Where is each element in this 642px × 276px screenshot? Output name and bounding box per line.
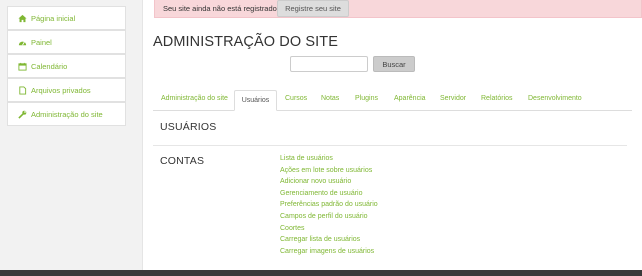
register-site-button[interactable]: Registre seu site bbox=[277, 0, 349, 17]
alert-text: Seu site ainda não está registrado. bbox=[163, 4, 279, 13]
section-title-usuarios: USUÁRIOS bbox=[160, 121, 217, 133]
link-acoes-em-lote[interactable]: Ações em lote sobre usuários bbox=[280, 165, 378, 177]
link-carregar-imagens[interactable]: Carregar imagens de usuários bbox=[280, 246, 378, 258]
tab-plugins[interactable]: Plugins bbox=[355, 95, 378, 102]
sidebar-item-label: Administração do site bbox=[31, 109, 103, 119]
tab-aparencia[interactable]: Aparência bbox=[394, 95, 426, 102]
link-adicionar-novo-usuario[interactable]: Adicionar novo usuário bbox=[280, 176, 378, 188]
wrench-icon bbox=[17, 109, 27, 119]
tab-administracao-do-site[interactable]: Administração do site bbox=[161, 95, 228, 102]
tab-relatorios[interactable]: Relatórios bbox=[481, 95, 513, 102]
footer-bar bbox=[0, 270, 642, 276]
link-preferencias-padrao[interactable]: Preferências padrão do usuário bbox=[280, 199, 378, 211]
sidebar-item-label: Página inicial bbox=[31, 13, 76, 23]
link-gerenciamento-de-usuario[interactable]: Gerenciamento de usuário bbox=[280, 188, 378, 200]
sidebar-item-label: Painel bbox=[31, 37, 52, 47]
link-campos-de-perfil[interactable]: Campos de perfil do usuário bbox=[280, 211, 378, 223]
section-title-contas: CONTAS bbox=[160, 155, 205, 167]
search-button[interactable]: Buscar bbox=[373, 56, 415, 72]
sidebar-item-pagina-inicial[interactable]: Página inicial bbox=[7, 6, 126, 30]
tab-usuarios[interactable]: Usuários bbox=[234, 90, 277, 111]
file-icon bbox=[17, 85, 27, 95]
sidebar-item-arquivos-privados[interactable]: Arquivos privados bbox=[7, 78, 126, 102]
tab-desenvolvimento[interactable]: Desenvolvimento bbox=[528, 95, 582, 102]
contas-link-list: Lista de usuários Ações em lote sobre us… bbox=[280, 153, 378, 257]
sidebar-item-label: Calendário bbox=[31, 61, 68, 71]
section-divider bbox=[153, 145, 627, 146]
tabs-divider bbox=[153, 110, 632, 111]
sidebar: Página inicial Painel Calendário Arquivo… bbox=[0, 0, 135, 270]
link-lista-de-usuarios[interactable]: Lista de usuários bbox=[280, 153, 378, 165]
link-coortes[interactable]: Coortes bbox=[280, 223, 378, 235]
page-title: ADMINISTRAÇÃO DO SITE bbox=[153, 34, 338, 50]
sidebar-item-calendario[interactable]: Calendário bbox=[7, 54, 126, 78]
calendar-icon bbox=[17, 61, 27, 71]
dashboard-icon bbox=[17, 37, 27, 47]
sidebar-item-painel[interactable]: Painel bbox=[7, 30, 126, 54]
tab-servidor[interactable]: Servidor bbox=[440, 95, 466, 102]
sidebar-item-administracao-do-site[interactable]: Administração do site bbox=[7, 102, 126, 126]
search-input[interactable] bbox=[290, 56, 368, 72]
tab-notas[interactable]: Notas bbox=[321, 95, 339, 102]
tab-cursos[interactable]: Cursos bbox=[285, 95, 307, 102]
sidebar-item-label: Arquivos privados bbox=[31, 85, 91, 95]
home-icon bbox=[17, 13, 27, 23]
registration-alert: Seu site ainda não está registrado. ? bbox=[154, 0, 642, 18]
link-carregar-lista[interactable]: Carregar lista de usuários bbox=[280, 234, 378, 246]
